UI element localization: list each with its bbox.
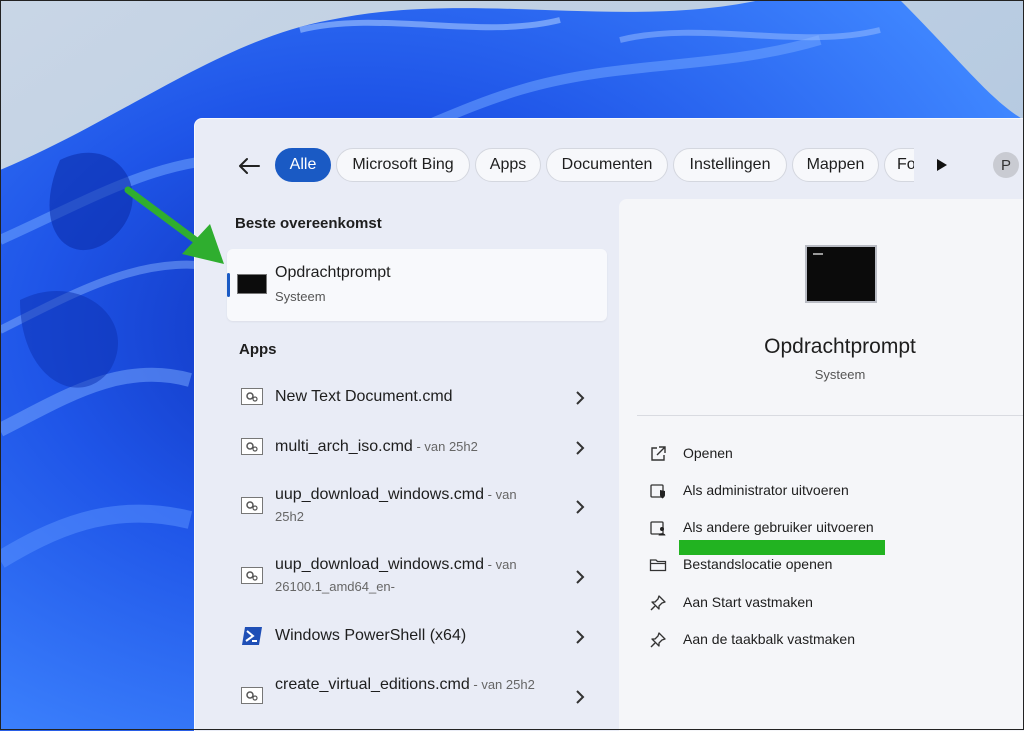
powershell-icon	[242, 627, 262, 645]
command-prompt-icon	[805, 245, 877, 303]
list-item[interactable]: Windows PowerShell (x64)	[239, 624, 599, 650]
back-button[interactable]	[233, 150, 265, 182]
app-name: uup_download_windows.cmd	[275, 556, 485, 573]
chevron-right-icon[interactable]	[573, 570, 587, 584]
pin-icon	[650, 595, 666, 611]
app-location: - van 25h2	[412, 439, 478, 454]
cmd-file-icon	[241, 388, 263, 405]
play-right-icon	[937, 159, 947, 171]
command-prompt-icon	[237, 274, 267, 294]
action-run-as-other-user[interactable]: Als andere gebruiker uitvoeren	[649, 515, 979, 541]
more-filters-button[interactable]	[931, 154, 953, 176]
action-pin-to-start[interactable]: Aan Start vastmaken	[649, 590, 979, 616]
cmd-file-icon	[241, 567, 263, 584]
folder-icon	[649, 559, 667, 572]
list-item[interactable]: create_virtual_editions.cmd - van 25h2	[239, 673, 599, 721]
chevron-right-icon[interactable]	[573, 441, 587, 455]
shield-icon	[650, 484, 665, 499]
list-item[interactable]: uup_download_windows.cmd - van 25h2	[239, 483, 599, 531]
action-label: Als andere gebruiker uitvoeren	[683, 519, 874, 535]
filter-chip-truncated[interactable]: Fo	[884, 148, 914, 182]
search-panel: Alle Microsoft Bing Apps Documenten Inst…	[194, 118, 1024, 731]
action-open-file-location[interactable]: Bestandslocatie openen	[649, 552, 979, 578]
cmd-file-icon	[241, 438, 263, 455]
list-item[interactable]: uup_download_windows.cmd - van 26100.1_a…	[239, 553, 599, 601]
user-shield-icon	[650, 521, 666, 536]
selection-indicator	[227, 273, 230, 297]
filter-chip-bing[interactable]: Microsoft Bing	[336, 148, 470, 182]
chevron-right-icon[interactable]	[573, 690, 587, 704]
filter-bar: Alle Microsoft Bing Apps Documenten Inst…	[233, 146, 1023, 186]
pin-icon	[650, 632, 666, 648]
detail-pane: Opdrachtprompt Systeem Openen Als admini…	[619, 199, 1024, 731]
arrow-left-icon	[239, 158, 260, 174]
action-open[interactable]: Openen	[649, 441, 979, 467]
best-match-title: Opdrachtprompt	[275, 264, 391, 281]
action-label: Openen	[683, 445, 733, 461]
list-item[interactable]: New Text Document.cmd	[239, 385, 599, 411]
filter-chip-documenten[interactable]: Documenten	[546, 148, 668, 182]
avatar[interactable]: P	[993, 152, 1019, 178]
best-match-subtitle: Systeem	[275, 289, 326, 304]
app-location: - van 25h2	[469, 677, 535, 692]
list-item[interactable]: multi_arch_iso.cmd - van 25h2	[239, 435, 599, 461]
detail-title: Opdrachtprompt	[764, 335, 916, 358]
action-label: Aan Start vastmaken	[683, 594, 813, 610]
app-name: multi_arch_iso.cmd	[275, 438, 413, 455]
detail-subtitle: Systeem	[814, 367, 866, 382]
app-name: uup_download_windows.cmd	[275, 486, 485, 503]
action-label: Bestandslocatie openen	[683, 556, 833, 572]
filter-chip-apps[interactable]: Apps	[475, 148, 541, 182]
app-name: New Text Document.cmd	[275, 388, 453, 405]
apps-heading: Apps	[239, 341, 277, 358]
action-pin-to-taskbar[interactable]: Aan de taakbalk vastmaken	[649, 627, 979, 653]
chevron-right-icon[interactable]	[573, 500, 587, 514]
cmd-file-icon	[241, 687, 263, 704]
chevron-right-icon[interactable]	[573, 391, 587, 405]
app-name: Windows PowerShell (x64)	[275, 627, 467, 644]
divider	[637, 415, 1024, 416]
filter-chip-mappen[interactable]: Mappen	[792, 148, 879, 182]
app-name: create_virtual_editions.cmd	[275, 676, 470, 693]
action-run-as-admin[interactable]: Als administrator uitvoeren	[649, 478, 979, 504]
filter-chip-alle[interactable]: Alle	[275, 148, 331, 182]
annotation-highlight	[679, 540, 885, 555]
action-label: Als administrator uitvoeren	[683, 482, 849, 498]
action-label: Aan de taakbalk vastmaken	[683, 631, 855, 647]
best-match-item[interactable]: Opdrachtprompt Systeem	[227, 249, 607, 321]
annotation-arrow	[124, 186, 224, 264]
cmd-file-icon	[241, 497, 263, 514]
chevron-right-icon[interactable]	[573, 630, 587, 644]
open-external-icon	[651, 446, 666, 461]
filter-chip-instellingen[interactable]: Instellingen	[673, 148, 787, 182]
best-match-heading: Beste overeenkomst	[235, 215, 382, 232]
